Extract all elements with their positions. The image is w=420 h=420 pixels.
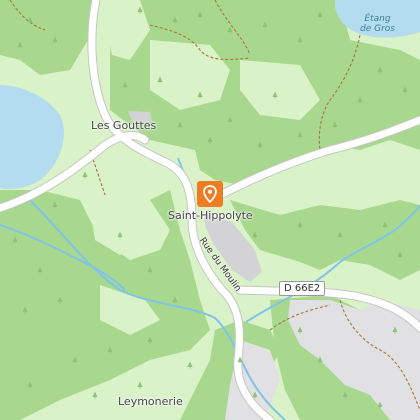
map-view[interactable]: Étang de Gros Les Gouttes Saint-Hippolyt… (0, 0, 420, 420)
location-pin-icon[interactable] (197, 181, 223, 207)
water-label-etang-de-gros: Étang de Gros (360, 14, 395, 35)
water-label-line2: de Gros (360, 24, 395, 35)
place-label-leymonerie: Leymonerie (118, 395, 183, 408)
road-label-d66e2: D 66E2 (279, 281, 326, 296)
place-label-saint-hippolyte: Saint-Hippolyte (168, 209, 253, 222)
place-label-les-gouttes: Les Gouttes (91, 119, 157, 132)
water-label-line1: Étang (364, 14, 391, 24)
